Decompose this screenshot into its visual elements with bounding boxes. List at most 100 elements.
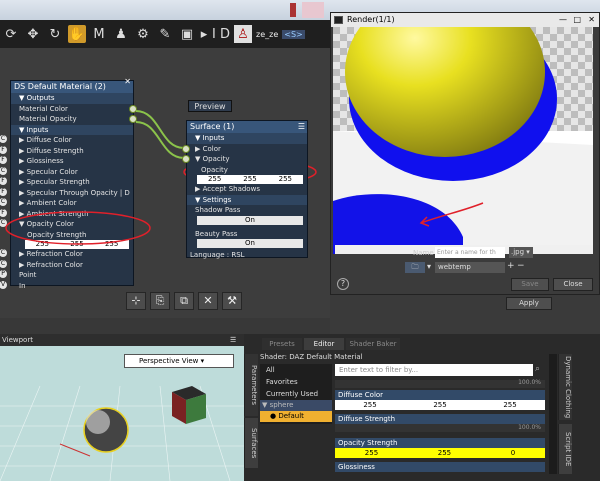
tool-icon-row: ⟳ ✥ ↻ ✋ M ♟ ⚙ ✎ ▣ ▸ I D ♙ ze_ze <S> (0, 20, 330, 48)
surface-opacity-value[interactable]: 255 255 255 (197, 175, 303, 184)
tools-icon[interactable]: ⚒ (222, 292, 242, 310)
side-tab-dynamic-clothing[interactable]: Dynamic Clothing (558, 354, 572, 420)
help-icon[interactable]: ? (337, 278, 349, 290)
perspective-view-select[interactable]: Perspective View ▾ (124, 354, 234, 368)
input-socket[interactable] (182, 144, 190, 153)
tree-root[interactable]: ▼ sphere (260, 400, 332, 411)
group-list: All Favorites Currently Used ▼ sphere ● … (260, 364, 332, 424)
apply-area: Apply (330, 295, 600, 334)
prop-label: Diffuse Color (335, 390, 545, 400)
maximize-icon[interactable]: □ (573, 13, 581, 27)
surface-opacity-sub: Opacity (201, 165, 228, 174)
surface-input-opacity[interactable]: ▼ Opacity (182, 154, 307, 165)
scrollbar[interactable] (549, 354, 557, 474)
separator-icon: ▸ (200, 26, 208, 42)
group-all[interactable]: All (260, 364, 332, 376)
top-slider[interactable]: 100.0% (335, 379, 545, 388)
surface-node-title[interactable]: Surface (1) (187, 121, 307, 133)
shader-mixer: Preview DS Default Material (2) ✕ ▼ Outp… (0, 48, 330, 318)
group-favorites[interactable]: Favorites (260, 376, 332, 388)
value-r[interactable]: 255 (208, 175, 221, 184)
person-icon[interactable]: ♙ (234, 25, 252, 43)
tab-editor[interactable]: Editor (304, 338, 344, 350)
surface-input-color[interactable]: ▶ Color (182, 144, 307, 155)
prop-opacity-strength[interactable]: Opacity Strength 255 255 0 (335, 438, 545, 458)
viewport-tab[interactable]: Viewport (0, 334, 244, 346)
remove-icon[interactable]: − (517, 261, 525, 271)
prop-glossiness[interactable]: Glossiness (335, 462, 545, 472)
minimize-icon[interactable]: — (559, 13, 567, 27)
snap-icon[interactable]: ⊹ (126, 292, 146, 310)
menu-icon[interactable]: ☰ (298, 122, 305, 131)
render-canvas (333, 27, 593, 254)
prop-diffuse-color[interactable]: Diffuse Color 255 255 255 (335, 390, 545, 410)
shader-line: Shader: DAZ Default Material (260, 353, 363, 361)
copy-icon[interactable]: ⎘ (150, 292, 170, 310)
beauty-pass-label: Beauty Pass (195, 229, 238, 238)
editor-button-row: ⊹ ⎘ ⧉ ✕ ⚒ (126, 292, 242, 310)
apply-button[interactable]: Apply (506, 297, 552, 310)
surfaces-pane: Parameters Surfaces Presets Editor Shade… (244, 334, 600, 481)
render-window: Render(1/1) — □ ✕ Name: Enter a name fo… (330, 12, 600, 295)
language-label: Language : RSL (190, 251, 245, 259)
rotate-icon[interactable]: ↻ (46, 25, 64, 43)
surface-inputs-section[interactable]: ▼ Inputs (187, 133, 307, 144)
morph-icon[interactable]: M (90, 25, 108, 43)
desktop-icon (302, 2, 324, 18)
save-button[interactable]: Save (511, 278, 549, 291)
figure-icon[interactable]: ♟ (112, 25, 130, 43)
close-icon[interactable]: ✕ (588, 13, 595, 27)
prop-slider[interactable]: 100.0% (335, 424, 545, 432)
menu-icon[interactable]: ☰ (230, 336, 236, 344)
surface-node[interactable]: Surface (1) ☰ ▼ Inputs ▶ Color ▼ Opacity… (182, 120, 308, 259)
pose-icon[interactable]: ✎ (156, 25, 174, 43)
top-slider-value: 100.0% (518, 379, 541, 386)
prop-value[interactable]: 255 255 0 (335, 448, 545, 458)
camera-icon[interactable]: ▣ (178, 25, 196, 43)
render-image (333, 27, 593, 254)
accept-shadows[interactable]: ▶ Accept Shadows (187, 184, 307, 195)
format-select[interactable]: .jpg ▾ (509, 247, 533, 258)
delete-icon[interactable]: ✕ (198, 292, 218, 310)
user-label: ze_ze (256, 29, 279, 39)
move-icon[interactable]: ✥ (24, 25, 42, 43)
render-title-bar: Render(1/1) — □ ✕ (331, 13, 599, 27)
duplicate-icon[interactable]: ⧉ (174, 292, 194, 310)
group-currently-used[interactable]: Currently Used (260, 388, 332, 400)
prop-label: Opacity Strength (335, 438, 545, 448)
prop-value[interactable]: 255 255 255 (335, 400, 545, 410)
chevron-down-icon[interactable]: ▾ (427, 262, 431, 271)
search-icon[interactable]: ⌕ (535, 364, 547, 376)
id-icon[interactable]: I D (212, 25, 230, 43)
side-tab-script-ide[interactable]: Script IDE (558, 424, 572, 474)
settings-section[interactable]: ▼ Settings (187, 194, 307, 205)
prop-label: Glossiness (335, 462, 545, 472)
desktop-icon (290, 3, 296, 17)
node-icon[interactable]: ⚙ (134, 25, 152, 43)
value-g[interactable]: 255 (243, 175, 256, 184)
filter-input[interactable]: Enter text to filter by... (335, 364, 533, 376)
side-tab-parameters[interactable]: Parameters (244, 354, 258, 416)
reload-icon[interactable]: ⟳ (2, 25, 20, 43)
prop-diffuse-strength[interactable]: Diffuse Strength 100.0% (335, 414, 545, 432)
render-icon (334, 16, 343, 24)
hand-icon[interactable]: ✋ (68, 25, 86, 43)
beauty-pass-value[interactable]: On (197, 239, 303, 248)
render-title: Render(1/1) (347, 15, 395, 24)
prop-label: Diffuse Strength (335, 414, 545, 424)
close-button[interactable]: Close (553, 278, 593, 291)
input-socket[interactable] (182, 155, 190, 163)
folder-select[interactable]: webtemp (435, 262, 505, 273)
tab-shader-baker[interactable]: Shader Baker (346, 338, 400, 350)
value-b[interactable]: 255 (279, 175, 292, 184)
editor-footer (0, 318, 330, 334)
prop-slider-value: 100.0% (518, 424, 541, 431)
tree-child-default[interactable]: ● Default (260, 411, 332, 422)
add-icon[interactable]: + (507, 261, 515, 271)
folder-icon[interactable]: 🗀 (405, 262, 425, 273)
name-input[interactable]: Enter a name for th (435, 247, 505, 258)
selection-tag[interactable]: <S> (282, 29, 305, 39)
tab-presets[interactable]: Presets (262, 338, 302, 350)
side-tab-surfaces[interactable]: Surfaces (244, 418, 258, 468)
shadow-pass-value[interactable]: On (197, 215, 303, 225)
